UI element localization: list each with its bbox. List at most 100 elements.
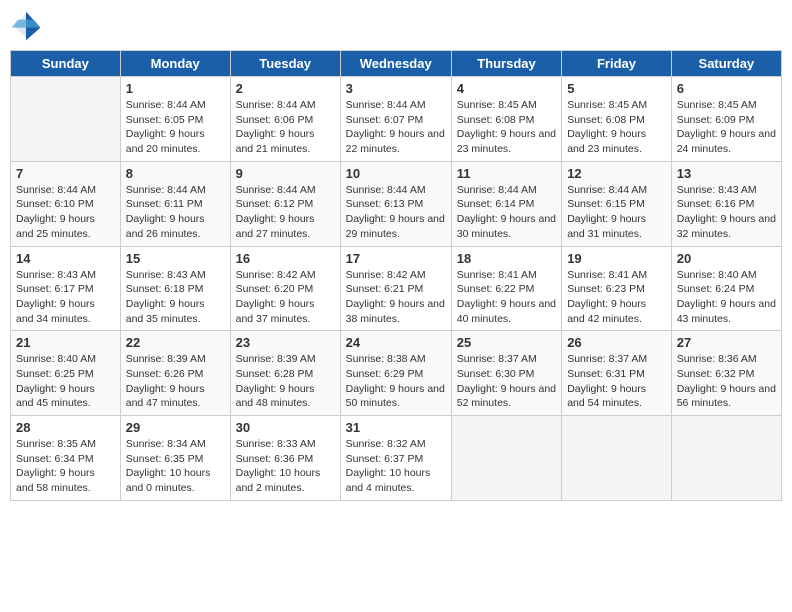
calendar-cell: 13 Sunrise: 8:43 AMSunset: 6:16 PMDaylig… [671,161,781,246]
calendar-cell: 28 Sunrise: 8:35 AMSunset: 6:34 PMDaylig… [11,416,121,501]
calendar-cell: 3 Sunrise: 8:44 AMSunset: 6:07 PMDayligh… [340,77,451,162]
calendar-week-2: 7 Sunrise: 8:44 AMSunset: 6:10 PMDayligh… [11,161,782,246]
day-data: Sunrise: 8:44 AMSunset: 6:13 PMDaylight:… [346,183,446,242]
day-number: 7 [16,166,115,181]
day-number: 1 [126,81,225,96]
day-number: 21 [16,335,115,350]
day-data: Sunrise: 8:40 AMSunset: 6:25 PMDaylight:… [16,352,115,411]
day-data: Sunrise: 8:34 AMSunset: 6:35 PMDaylight:… [126,437,225,496]
day-data: Sunrise: 8:44 AMSunset: 6:15 PMDaylight:… [567,183,666,242]
day-data: Sunrise: 8:36 AMSunset: 6:32 PMDaylight:… [677,352,776,411]
header-thursday: Thursday [451,51,561,77]
day-data: Sunrise: 8:35 AMSunset: 6:34 PMDaylight:… [16,437,115,496]
header-monday: Monday [120,51,230,77]
day-data: Sunrise: 8:37 AMSunset: 6:31 PMDaylight:… [567,352,666,411]
calendar-week-5: 28 Sunrise: 8:35 AMSunset: 6:34 PMDaylig… [11,416,782,501]
day-number: 9 [236,166,335,181]
calendar-cell [562,416,672,501]
day-number: 14 [16,251,115,266]
day-data: Sunrise: 8:40 AMSunset: 6:24 PMDaylight:… [677,268,776,327]
page-header [10,10,782,42]
logo-icon [10,10,42,42]
day-number: 4 [457,81,556,96]
header-tuesday: Tuesday [230,51,340,77]
day-number: 20 [677,251,776,266]
calendar-week-1: 1 Sunrise: 8:44 AMSunset: 6:05 PMDayligh… [11,77,782,162]
calendar-cell [11,77,121,162]
day-number: 10 [346,166,446,181]
day-number: 12 [567,166,666,181]
calendar-cell: 4 Sunrise: 8:45 AMSunset: 6:08 PMDayligh… [451,77,561,162]
day-number: 6 [677,81,776,96]
day-number: 23 [236,335,335,350]
calendar-cell: 18 Sunrise: 8:41 AMSunset: 6:22 PMDaylig… [451,246,561,331]
day-data: Sunrise: 8:32 AMSunset: 6:37 PMDaylight:… [346,437,446,496]
day-data: Sunrise: 8:44 AMSunset: 6:11 PMDaylight:… [126,183,225,242]
calendar-cell: 23 Sunrise: 8:39 AMSunset: 6:28 PMDaylig… [230,331,340,416]
day-number: 28 [16,420,115,435]
day-number: 13 [677,166,776,181]
day-number: 18 [457,251,556,266]
day-number: 3 [346,81,446,96]
day-data: Sunrise: 8:45 AMSunset: 6:08 PMDaylight:… [567,98,666,157]
day-number: 26 [567,335,666,350]
day-number: 15 [126,251,225,266]
calendar-cell: 8 Sunrise: 8:44 AMSunset: 6:11 PMDayligh… [120,161,230,246]
calendar-cell [451,416,561,501]
calendar-cell: 12 Sunrise: 8:44 AMSunset: 6:15 PMDaylig… [562,161,672,246]
day-number: 17 [346,251,446,266]
calendar-cell: 22 Sunrise: 8:39 AMSunset: 6:26 PMDaylig… [120,331,230,416]
calendar-cell: 1 Sunrise: 8:44 AMSunset: 6:05 PMDayligh… [120,77,230,162]
calendar-cell: 26 Sunrise: 8:37 AMSunset: 6:31 PMDaylig… [562,331,672,416]
day-number: 5 [567,81,666,96]
day-data: Sunrise: 8:39 AMSunset: 6:26 PMDaylight:… [126,352,225,411]
day-number: 2 [236,81,335,96]
calendar-cell: 29 Sunrise: 8:34 AMSunset: 6:35 PMDaylig… [120,416,230,501]
day-data: Sunrise: 8:39 AMSunset: 6:28 PMDaylight:… [236,352,335,411]
day-number: 27 [677,335,776,350]
day-data: Sunrise: 8:44 AMSunset: 6:10 PMDaylight:… [16,183,115,242]
day-number: 22 [126,335,225,350]
day-data: Sunrise: 8:37 AMSunset: 6:30 PMDaylight:… [457,352,556,411]
calendar-cell: 7 Sunrise: 8:44 AMSunset: 6:10 PMDayligh… [11,161,121,246]
day-number: 24 [346,335,446,350]
calendar-header-row: SundayMondayTuesdayWednesdayThursdayFrid… [11,51,782,77]
day-data: Sunrise: 8:41 AMSunset: 6:22 PMDaylight:… [457,268,556,327]
calendar-cell: 11 Sunrise: 8:44 AMSunset: 6:14 PMDaylig… [451,161,561,246]
day-number: 31 [346,420,446,435]
day-data: Sunrise: 8:41 AMSunset: 6:23 PMDaylight:… [567,268,666,327]
header-wednesday: Wednesday [340,51,451,77]
day-data: Sunrise: 8:45 AMSunset: 6:09 PMDaylight:… [677,98,776,157]
day-number: 30 [236,420,335,435]
header-friday: Friday [562,51,672,77]
calendar-cell: 10 Sunrise: 8:44 AMSunset: 6:13 PMDaylig… [340,161,451,246]
day-number: 16 [236,251,335,266]
day-data: Sunrise: 8:44 AMSunset: 6:14 PMDaylight:… [457,183,556,242]
calendar-cell: 14 Sunrise: 8:43 AMSunset: 6:17 PMDaylig… [11,246,121,331]
calendar-cell: 15 Sunrise: 8:43 AMSunset: 6:18 PMDaylig… [120,246,230,331]
day-data: Sunrise: 8:42 AMSunset: 6:21 PMDaylight:… [346,268,446,327]
calendar-cell: 2 Sunrise: 8:44 AMSunset: 6:06 PMDayligh… [230,77,340,162]
calendar-cell: 9 Sunrise: 8:44 AMSunset: 6:12 PMDayligh… [230,161,340,246]
day-number: 25 [457,335,556,350]
day-data: Sunrise: 8:44 AMSunset: 6:05 PMDaylight:… [126,98,225,157]
day-data: Sunrise: 8:33 AMSunset: 6:36 PMDaylight:… [236,437,335,496]
calendar-week-4: 21 Sunrise: 8:40 AMSunset: 6:25 PMDaylig… [11,331,782,416]
calendar-cell: 30 Sunrise: 8:33 AMSunset: 6:36 PMDaylig… [230,416,340,501]
calendar-cell: 16 Sunrise: 8:42 AMSunset: 6:20 PMDaylig… [230,246,340,331]
calendar-week-3: 14 Sunrise: 8:43 AMSunset: 6:17 PMDaylig… [11,246,782,331]
calendar-cell: 5 Sunrise: 8:45 AMSunset: 6:08 PMDayligh… [562,77,672,162]
header-saturday: Saturday [671,51,781,77]
day-data: Sunrise: 8:42 AMSunset: 6:20 PMDaylight:… [236,268,335,327]
day-number: 29 [126,420,225,435]
calendar-cell: 27 Sunrise: 8:36 AMSunset: 6:32 PMDaylig… [671,331,781,416]
calendar-cell: 31 Sunrise: 8:32 AMSunset: 6:37 PMDaylig… [340,416,451,501]
day-data: Sunrise: 8:38 AMSunset: 6:29 PMDaylight:… [346,352,446,411]
calendar-cell [671,416,781,501]
header-sunday: Sunday [11,51,121,77]
day-number: 11 [457,166,556,181]
day-number: 19 [567,251,666,266]
calendar-cell: 19 Sunrise: 8:41 AMSunset: 6:23 PMDaylig… [562,246,672,331]
calendar-cell: 6 Sunrise: 8:45 AMSunset: 6:09 PMDayligh… [671,77,781,162]
day-data: Sunrise: 8:44 AMSunset: 6:12 PMDaylight:… [236,183,335,242]
